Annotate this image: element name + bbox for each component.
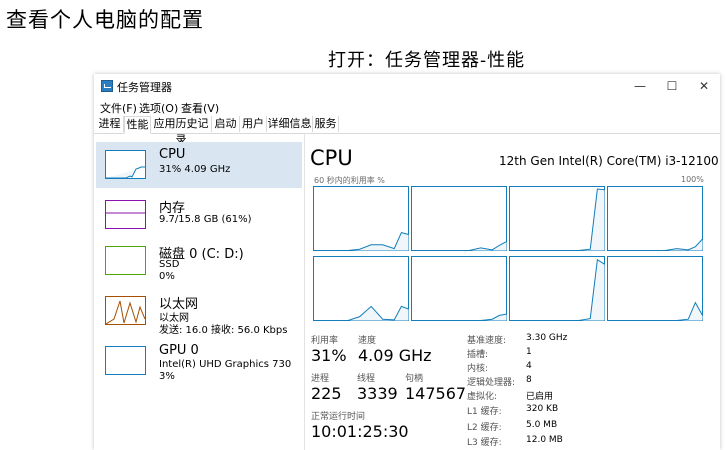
l2-cache-label: L2 缓存: <box>467 423 502 433</box>
speed-value: 4.09 GHz <box>358 346 432 365</box>
minimize-button[interactable]: — <box>624 74 656 98</box>
panel-divider <box>304 134 305 450</box>
menu-file[interactable]: 文件(F) <box>100 100 137 116</box>
sidebar-item-detail: Intel(R) UHD Graphics 730 <box>159 359 292 370</box>
core-graph-2 <box>509 186 605 251</box>
processes-value: 225 <box>311 384 342 403</box>
l2-cache-value: 5.0 MB <box>526 420 558 430</box>
sidebar-item-ethernet[interactable]: 以太网 以太网 发送: 16.0 接收: 56.0 Kbps <box>96 288 302 336</box>
menu-bar: 文件(F) 选项(O) 查看(V) <box>94 98 720 116</box>
tab-services[interactable]: 服务 <box>313 116 339 132</box>
utilization-value: 31% <box>311 346 347 365</box>
tab-details[interactable]: 详细信息 <box>267 116 313 132</box>
sockets-label: 插槽: <box>467 350 489 360</box>
core-graph-1 <box>411 186 507 251</box>
tab-users[interactable]: 用户 <box>240 116 267 132</box>
uptime-value: 10:01:25:30 <box>311 422 409 441</box>
cpu-core-graphs <box>313 186 703 321</box>
menu-options[interactable]: 选项(O) <box>139 100 178 116</box>
l1-cache-label: L1 缓存: <box>467 407 502 417</box>
sidebar-item-detail: 发送: 16.0 接收: 56.0 Kbps <box>159 325 288 336</box>
core-graph-7 <box>607 256 703 321</box>
cpu-model-name: 12th Gen Intel(R) Core(TM) i3-12100 <box>499 154 719 168</box>
handles-label: 句柄 <box>405 374 424 384</box>
gpu-thumbnail <box>105 346 146 375</box>
sidebar-item-detail: 31% 4.09 GHz <box>159 164 231 175</box>
sidebar-item-detail: 9.7/15.8 GB (61%) <box>159 214 252 225</box>
page-heading: 查看个人电脑的配置 <box>6 8 204 32</box>
cpu-thumbnail <box>105 150 146 179</box>
uptime-label: 正常运行时间 <box>311 412 366 422</box>
tab-bar: 进程 性能 应用历史记录 启动 用户 详细信息 服务 <box>94 116 720 146</box>
utilization-label: 利用率 <box>311 336 339 346</box>
core-graph-3 <box>607 186 703 251</box>
graph-max-label: 100% <box>681 175 704 184</box>
tab-processes[interactable]: 进程 <box>96 116 124 132</box>
sidebar-item-memory[interactable]: 内存 9.7/15.8 GB (61%) <box>96 192 302 238</box>
base-speed-value: 3.30 GHz <box>526 333 568 343</box>
window-title: 任务管理器 <box>117 81 172 94</box>
l3-cache-value: 12.0 MB <box>526 435 563 445</box>
core-graph-0 <box>313 186 409 251</box>
graph-caption: 60 秒内的利用率 % <box>314 176 385 185</box>
sidebar-item-detail: 0% <box>159 271 175 282</box>
handles-value: 147567 <box>405 384 467 403</box>
logical-processors-value: 8 <box>526 375 532 385</box>
disk-thumbnail <box>105 246 146 275</box>
task-manager-window: 任务管理器 — ☐ ✕ 文件(F) 选项(O) 查看(V) 进程 性能 应用历史… <box>94 74 720 450</box>
ethernet-thumbnail <box>105 296 146 325</box>
threads-label: 线程 <box>357 374 376 384</box>
virtualization-label: 虚拟化: <box>467 392 498 402</box>
cores-label: 内核: <box>467 364 489 374</box>
base-speed-label: 基准速度: <box>467 336 507 346</box>
performance-title: CPU <box>310 146 353 170</box>
cores-value: 4 <box>526 361 532 371</box>
close-button[interactable]: ✕ <box>688 74 720 98</box>
instruction-text: 打开：任务管理器-性能 <box>328 50 526 71</box>
processes-label: 进程 <box>311 374 330 384</box>
sidebar-item-title: GPU 0 <box>159 343 199 358</box>
core-graph-4 <box>313 256 409 321</box>
sidebar-item-gpu[interactable]: GPU 0 Intel(R) UHD Graphics 730 3% <box>96 338 302 384</box>
l1-cache-value: 320 KB <box>526 404 559 414</box>
tab-performance[interactable]: 性能 <box>124 116 151 134</box>
sidebar-item-title: CPU <box>159 147 186 162</box>
core-graph-5 <box>411 256 507 321</box>
sockets-value: 1 <box>526 347 532 357</box>
logical-processors-label: 逻辑处理器: <box>467 378 516 388</box>
title-bar[interactable]: 任务管理器 — ☐ ✕ <box>94 74 720 98</box>
sidebar-item-cpu[interactable]: CPU 31% 4.09 GHz <box>96 142 302 188</box>
core-graph-6 <box>509 256 605 321</box>
resource-sidebar: CPU 31% 4.09 GHz 内存 9.7/15.8 GB (61%) 磁盘… <box>94 134 302 450</box>
tab-startup[interactable]: 启动 <box>212 116 240 132</box>
speed-label: 速度 <box>358 336 377 346</box>
sidebar-item-detail: SSD <box>159 259 180 270</box>
virtualization-value: 已启用 <box>526 392 554 402</box>
menu-view[interactable]: 查看(V) <box>181 100 219 116</box>
l3-cache-label: L3 缓存: <box>467 438 502 448</box>
task-manager-icon <box>101 80 113 92</box>
threads-value: 3339 <box>357 384 398 403</box>
tab-app-history[interactable]: 应用历史记录 <box>151 116 212 146</box>
sidebar-item-detail: 3% <box>159 371 175 382</box>
sidebar-item-disk[interactable]: 磁盘 0 (C: D:) SSD 0% <box>96 238 302 284</box>
memory-thumbnail <box>105 200 146 229</box>
maximize-button[interactable]: ☐ <box>656 74 688 98</box>
